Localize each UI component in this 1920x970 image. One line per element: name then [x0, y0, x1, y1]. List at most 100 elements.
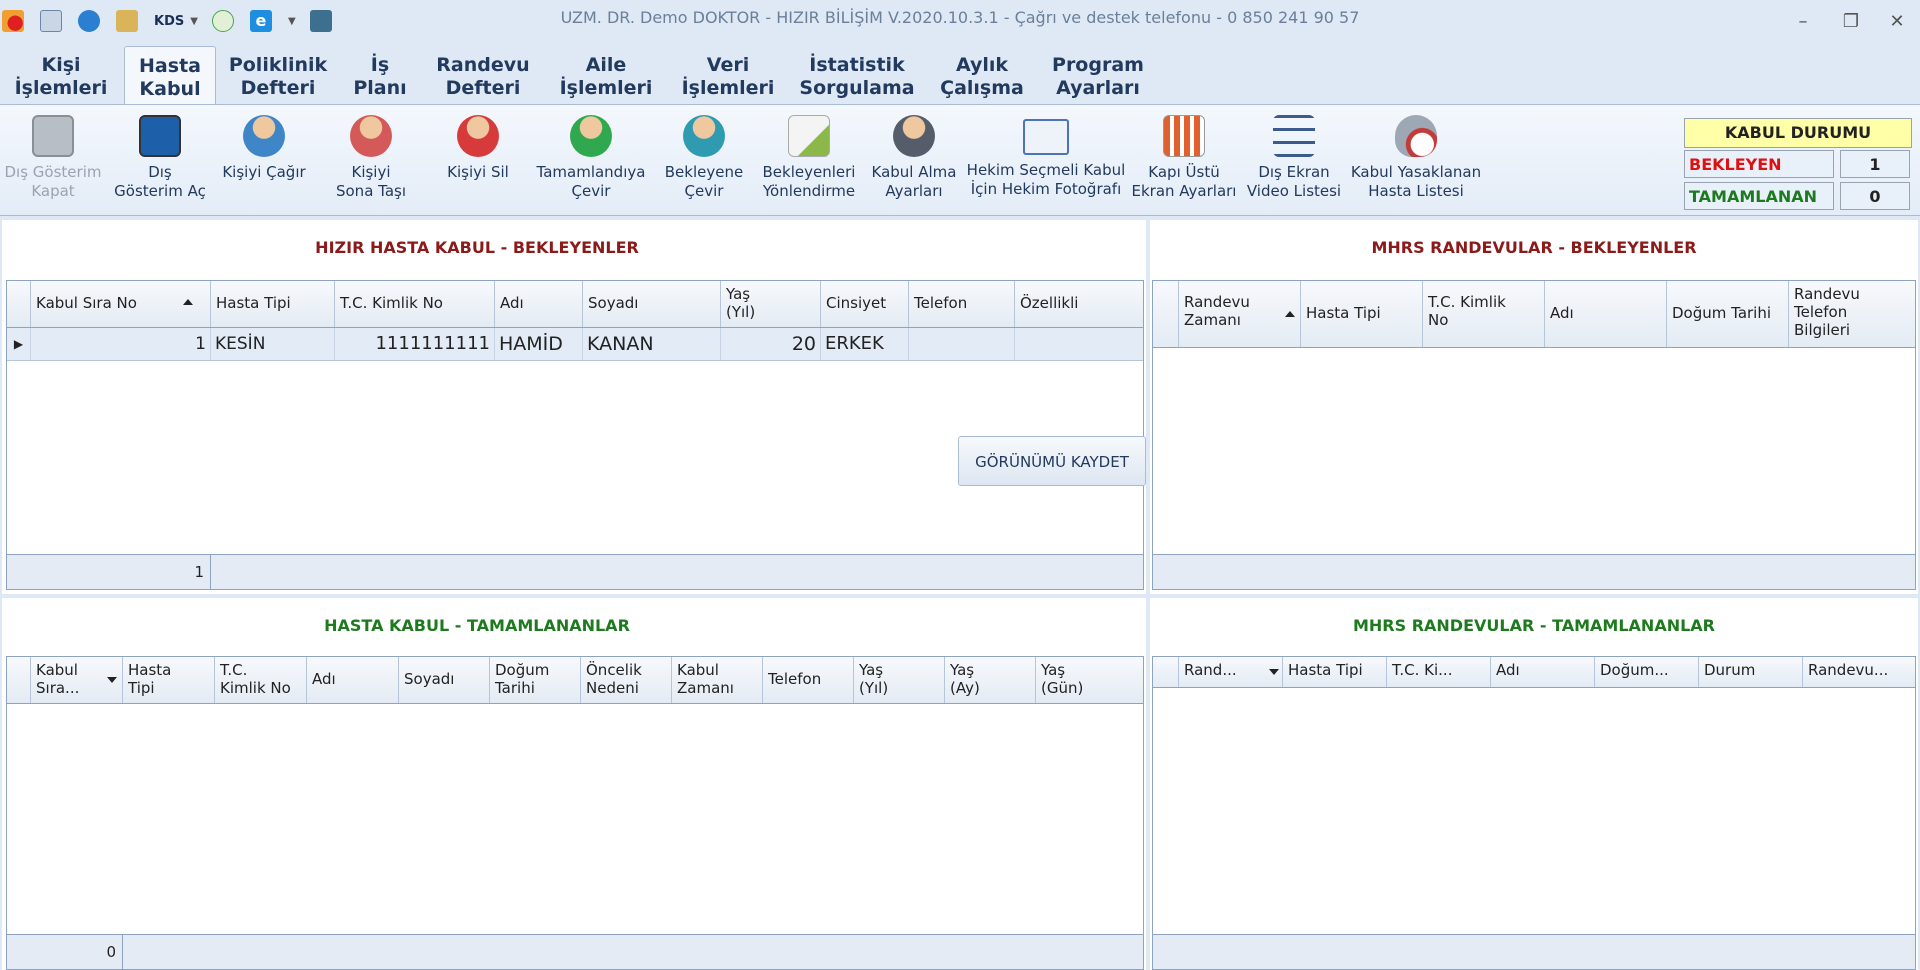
col-randevu-telefon[interactable]: Randevu Telefon Bilgileri: [1789, 281, 1915, 347]
column-label: Özellikli: [1020, 294, 1079, 312]
table-row[interactable]: ▶ 1 KESİN 1111111111 HAMİD KANAN 20 ERKE…: [7, 328, 1143, 361]
col-tc-kimlik-no[interactable]: T.C. Kimlik No: [215, 657, 307, 703]
grid-footer: 0: [7, 934, 1143, 969]
tab-randevu-defteri[interactable]: Randevu Defteri: [430, 46, 536, 104]
tab-is-plani[interactable]: İş Planı: [340, 46, 420, 104]
bekleyenleri-yonlendirme-button[interactable]: Bekleyenleri Yönlendirme: [758, 111, 860, 211]
user-settings-icon: [893, 115, 935, 157]
col-telefon[interactable]: Telefon: [909, 281, 1015, 327]
button-label: Çevir: [571, 182, 611, 200]
grid-footer: [1153, 554, 1915, 589]
mhrs-tamamlananlar-panel: MHRS RANDEVULAR - TAMAMLANANLAR Rand... …: [1150, 598, 1918, 970]
col-dogum-tarihi[interactable]: Doğum...: [1595, 657, 1699, 687]
col-kabul-zamani[interactable]: Kabul Zamanı: [672, 657, 763, 703]
hekim-fotografi-button[interactable]: Hekim Seçmeli Kabul İçin Hekim Fotoğrafı: [966, 111, 1126, 211]
column-label: Doğum Tarihi: [1672, 304, 1772, 322]
button-label: Kapat: [31, 182, 75, 200]
dis-gosterim-ac-button[interactable]: Dış Gösterim Aç: [108, 111, 212, 211]
col-yas-yil[interactable]: Yaş (Yıl): [854, 657, 945, 703]
tab-hasta-kabul[interactable]: Hasta Kabul: [124, 46, 216, 104]
col-cinsiyet[interactable]: Cinsiyet: [821, 281, 909, 327]
column-label: Telefon: [768, 670, 822, 688]
column-label: Yaş: [859, 661, 884, 679]
tab-istatistik-sorgulama[interactable]: İstatistik Sorgulama: [796, 46, 918, 104]
col-ozellikli[interactable]: Özellikli: [1015, 281, 1143, 327]
col-soyadi[interactable]: Soyadı: [399, 657, 490, 703]
bar-chart-icon: [1163, 115, 1205, 157]
col-oncelik-nedeni[interactable]: Öncelik Nedeni: [581, 657, 672, 703]
column-label: Zamanı: [677, 679, 734, 697]
col-tc-kimlik-no[interactable]: T.C. Kimlik No: [1423, 281, 1545, 347]
tab-poliklinik-defteri[interactable]: Poliklinik Defteri: [226, 46, 330, 104]
col-adi[interactable]: Adı: [495, 281, 583, 327]
col-telefon[interactable]: Telefon: [763, 657, 854, 703]
button-label: Kişiyi Sil: [447, 163, 509, 181]
tamamlandiya-cevir-button[interactable]: Tamamlandıya Çevir: [532, 111, 650, 211]
column-label: T.C. Kimlik: [1428, 293, 1506, 311]
window-title: UZM. DR. Demo DOKTOR - HIZIR BİLİŞİM V.2…: [560, 8, 1360, 27]
close-icon[interactable]: ✕: [1882, 10, 1912, 34]
col-yas-gun[interactable]: Yaş (Gün): [1036, 657, 1143, 703]
cell-adi: HAMİD: [495, 328, 583, 360]
col-randevu[interactable]: Randevu...: [1803, 657, 1915, 687]
col-adi[interactable]: Adı: [1545, 281, 1667, 347]
user-move-last-icon: [350, 115, 392, 157]
row-indicator-header: [7, 657, 31, 703]
tab-kisi-islemleri[interactable]: Kişi İşlemleri: [8, 46, 114, 104]
kapi-ustu-ekran-ayarlari-button[interactable]: Kapı Üstü Ekran Ayarları: [1130, 111, 1238, 211]
gorunumu-kaydet-button[interactable]: GÖRÜNÜMÜ KAYDET: [958, 436, 1146, 486]
col-adi[interactable]: Adı: [1491, 657, 1595, 687]
minimize-icon[interactable]: –: [1788, 10, 1818, 34]
tab-label: Poliklinik: [228, 54, 328, 76]
col-hasta-tipi[interactable]: Hasta Tipi: [211, 281, 335, 327]
sort-ascending-icon: [183, 299, 193, 305]
restore-icon[interactable]: ❐: [1836, 10, 1866, 34]
kisiyi-cagir-button[interactable]: Kişiyi Çağır: [214, 111, 314, 211]
col-tc-kimlik[interactable]: T.C. Ki...: [1387, 657, 1491, 687]
tab-program-ayarlari[interactable]: Program Ayarları: [1046, 46, 1150, 104]
tab-veri-islemleri[interactable]: Veri İşlemleri: [672, 46, 784, 104]
dis-gosterim-kapat-button[interactable]: Dış Gösterim Kapat: [0, 111, 106, 211]
tab-label: İşlemleri: [681, 77, 775, 99]
col-adi[interactable]: Adı: [307, 657, 399, 703]
col-dogum-tarihi[interactable]: Doğum Tarihi: [1667, 281, 1789, 347]
col-durum[interactable]: Durum: [1699, 657, 1803, 687]
kisiyi-sona-tasi-button[interactable]: Kişiyi Sona Taşı: [318, 111, 424, 211]
button-label: Kapı Üstü: [1148, 163, 1220, 181]
tamamlanan-label: TAMAMLANAN: [1684, 182, 1834, 210]
col-dogum-tarihi[interactable]: Doğum Tarihi: [490, 657, 581, 703]
dis-ekran-video-listesi-button[interactable]: Dış Ekran Video Listesi: [1244, 111, 1344, 211]
column-label: (Yıl): [859, 679, 889, 697]
column-label: Hasta: [128, 661, 172, 679]
col-hasta-tipi[interactable]: Hasta Tipi: [1283, 657, 1387, 687]
menu-bar: Kişi İşlemleri Hasta Kabul Poliklinik Defte…: [0, 40, 1920, 104]
col-kabul-sira[interactable]: Kabul Sıra...: [31, 657, 123, 703]
grid-header: Kabul Sıra No Hasta Tipi T.C. Kimlik No …: [7, 281, 1143, 328]
tab-label: Sorgulama: [799, 77, 915, 99]
col-kabul-sira-no[interactable]: Kabul Sıra No: [31, 281, 211, 327]
col-hasta-tipi[interactable]: Hasta Tipi: [123, 657, 215, 703]
bekleyen-label: BEKLEYEN: [1684, 150, 1834, 178]
row-indicator-header: [7, 281, 31, 327]
column-label: Doğum: [495, 661, 550, 679]
column-label: Soyadı: [588, 294, 639, 312]
col-tc-kimlik-no[interactable]: T.C. Kimlik No: [335, 281, 495, 327]
bekleyene-cevir-button[interactable]: Bekleyene Çevir: [654, 111, 754, 211]
kisiyi-sil-button[interactable]: Kişiyi Sil: [428, 111, 528, 211]
tab-label: Randevu: [436, 54, 530, 76]
tab-aile-islemleri[interactable]: Aile İşlemleri: [554, 46, 658, 104]
column-label: Yaş: [1041, 661, 1066, 679]
col-yas[interactable]: Yaş (Yıl): [721, 281, 821, 327]
mhrs-bekleyenler-grid: Randevu Zamanı Hasta Tipi T.C. Kimlik No A…: [1152, 280, 1916, 590]
kabul-alma-ayarlari-button[interactable]: Kabul Alma Ayarları: [866, 111, 962, 211]
col-soyadi[interactable]: Soyadı: [583, 281, 721, 327]
kabul-yasaklanan-hasta-listesi-button[interactable]: Kabul Yasaklanan Hasta Listesi: [1348, 111, 1484, 211]
tab-aylik-calisma[interactable]: Aylık Çalışma: [930, 46, 1034, 104]
kabul-durumu-panel: KABUL DURUMU BEKLEYEN 1 TAMAMLANAN 0: [1680, 114, 1914, 214]
col-hasta-tipi[interactable]: Hasta Tipi: [1301, 281, 1423, 347]
column-label: Yaş: [726, 285, 751, 303]
col-yas-ay[interactable]: Yaş (Ay): [945, 657, 1036, 703]
button-label: Kişiyi Çağır: [222, 163, 306, 181]
col-randevu-zamani[interactable]: Rand...: [1179, 657, 1283, 687]
col-randevu-zamani[interactable]: Randevu Zamanı: [1179, 281, 1301, 347]
